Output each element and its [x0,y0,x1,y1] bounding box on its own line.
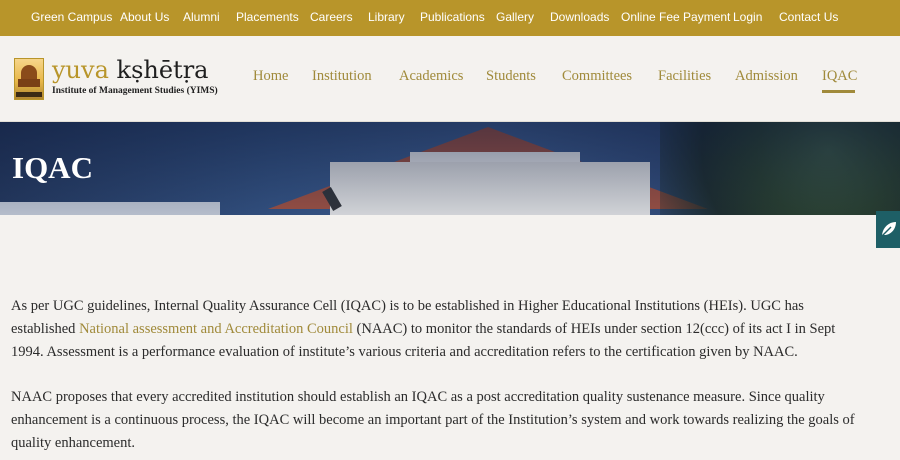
logo-strip-shape [16,92,42,97]
topbar-link-alumni[interactable]: Alumni [183,0,220,36]
topbar-link-library[interactable]: Library [368,0,405,36]
logo-wordmark[interactable]: yuva kṣhētṛa [52,56,208,84]
nav-item-admission[interactable]: Admission [735,68,798,85]
topbar-link-placements[interactable]: Placements [236,0,299,36]
naac-link[interactable]: National assessment and Accreditation Co… [79,321,353,337]
topbar-link-publications[interactable]: Publications [420,0,485,36]
main-content: As per UGC guidelines, Internal Quality … [11,295,861,460]
nav-item-iqac[interactable]: IQAC [822,68,857,85]
nav-item-academics[interactable]: Academics [399,68,463,85]
topbar-link-green-campus[interactable]: Green Campus [31,0,112,36]
top-utility-bar: Green Campus About Us Alumni Placements … [0,0,900,36]
logo-base-shape [18,79,40,87]
side-floating-button[interactable] [876,211,900,248]
logo-icon[interactable] [14,58,44,100]
logo-dome-shape [21,65,37,79]
nav-item-students[interactable]: Students [486,68,536,85]
leaf-icon [881,222,896,237]
banner-overlay [0,122,900,215]
topbar-link-about-us[interactable]: About Us [120,0,169,36]
site-header: yuva kṣhētṛa Institute of Management Stu… [0,36,900,122]
topbar-link-gallery[interactable]: Gallery [496,0,534,36]
topbar-link-online-fee-payment[interactable]: Online Fee Payment [621,0,730,36]
paragraph-ugc-guidelines: As per UGC guidelines, Internal Quality … [11,295,861,364]
nav-item-facilities[interactable]: Facilities [658,68,711,85]
page-banner: IQAC [0,122,900,215]
nav-item-committees[interactable]: Committees [562,68,632,85]
nav-item-home[interactable]: Home [253,68,288,85]
logo-wordmark-part1: yuva [52,56,109,84]
topbar-link-downloads[interactable]: Downloads [550,0,609,36]
nav-active-indicator [822,90,855,93]
topbar-link-careers[interactable]: Careers [310,0,353,36]
logo-subtitle: Institute of Management Studies (YIMS) [52,86,218,96]
logo-wordmark-part2: kṣhētṛa [116,56,209,84]
paragraph-naac-proposes: NAAC proposes that every accredited inst… [11,389,855,451]
topbar-link-contact-us[interactable]: Contact Us [779,0,838,36]
page-title: IQAC [12,150,93,185]
topbar-link-login[interactable]: Login [733,0,762,36]
nav-item-institution[interactable]: Institution [312,68,372,85]
